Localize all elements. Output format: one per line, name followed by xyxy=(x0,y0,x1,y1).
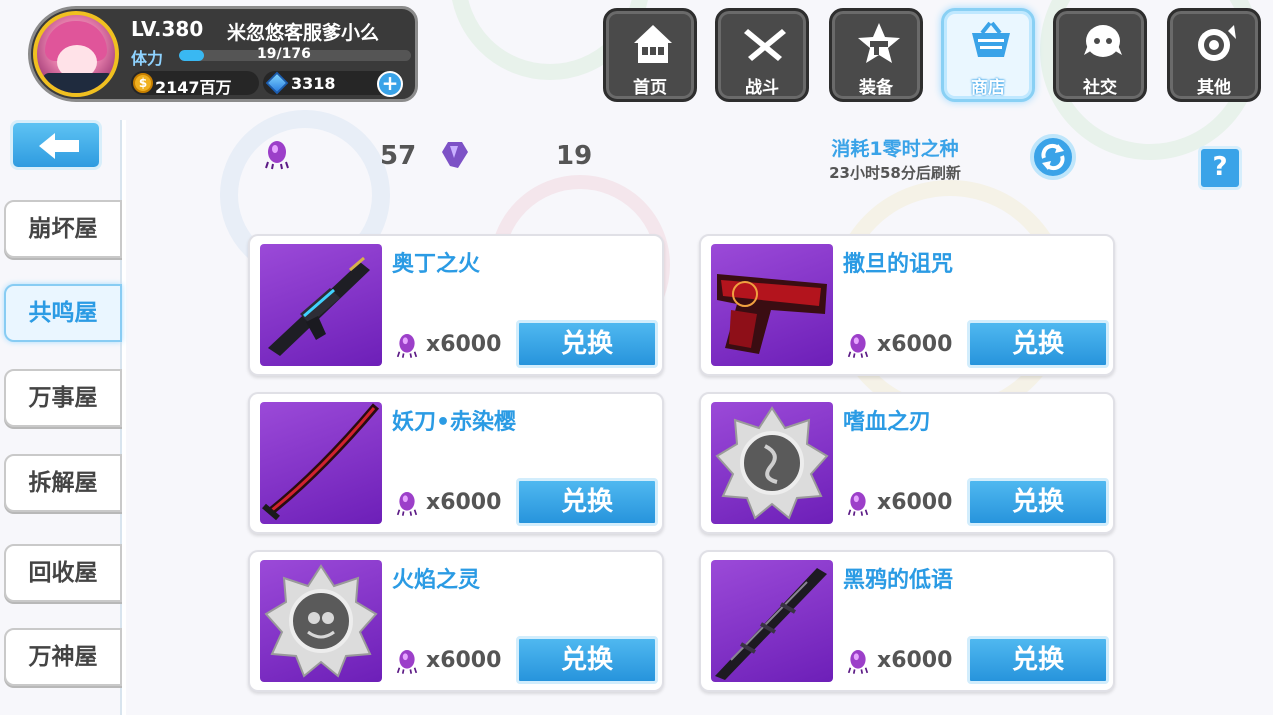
gun-star-icon xyxy=(858,23,900,63)
item-image-dark-blade xyxy=(711,560,833,682)
sidebar-item-gongming[interactable]: 共鸣屋 xyxy=(4,284,122,342)
exchange-button[interactable]: 兑换 xyxy=(967,320,1109,368)
nav-shop-label: 商店 xyxy=(971,78,1005,98)
sidebar-item-benghuai[interactable]: 崩坏屋 xyxy=(4,200,122,258)
sidebar-item-wanshen[interactable]: 万神屋 xyxy=(4,628,122,686)
player-name: 米忽悠客服爹小么 xyxy=(227,22,380,44)
sidebar-item-chaijie[interactable]: 拆解屋 xyxy=(4,454,122,512)
silver-medal-icon xyxy=(715,406,829,520)
exchange-button[interactable]: 兑换 xyxy=(516,478,658,526)
nav-shop[interactable]: 商店 xyxy=(941,8,1035,102)
item-image-medal xyxy=(260,560,382,682)
nav-other[interactable]: 其他 xyxy=(1167,8,1261,102)
exchange-button[interactable]: 兑换 xyxy=(967,636,1109,684)
refresh-icon xyxy=(1041,143,1065,171)
item-name: 嗜血之刃 xyxy=(843,410,932,435)
seed-currency-icon xyxy=(265,141,289,170)
item-name: 撒旦的诅咒 xyxy=(843,252,954,277)
add-crystal-button[interactable]: + xyxy=(377,71,403,97)
sidebar-item-huishou[interactable]: 回收屋 xyxy=(4,544,122,602)
item-name: 火焰之灵 xyxy=(392,568,481,593)
red-pistol-icon xyxy=(717,274,827,354)
item-image-katana xyxy=(260,402,382,524)
item-price: x6000 xyxy=(877,648,953,673)
shop-item-card: 奥丁之火 x6000 兑换 xyxy=(248,234,664,376)
shop-item-card: 火焰之灵 x6000 兑换 xyxy=(248,550,664,692)
seed-currency-icon xyxy=(396,492,418,516)
crystal-icon xyxy=(265,71,289,95)
back-arrow-icon xyxy=(39,133,79,159)
item-image-medal xyxy=(711,402,833,524)
nav-home-label: 首页 xyxy=(633,78,667,98)
help-button[interactable]: ? xyxy=(1198,146,1242,190)
sidebar-item-label: 万事屋 xyxy=(28,385,98,411)
item-price: x6000 xyxy=(426,332,502,357)
katana-icon xyxy=(262,403,380,521)
nav-social-label: 社交 xyxy=(1083,78,1117,98)
home-icon xyxy=(634,25,672,63)
shop-item-card: 撒旦的诅咒 x6000 兑换 xyxy=(699,234,1115,376)
shop-basket-icon xyxy=(972,21,1010,57)
nav-equipment-label: 装备 xyxy=(859,78,893,98)
shop-item-card: 嗜血之刃 x6000 兑换 xyxy=(699,392,1115,534)
stamina-label: 体力 xyxy=(131,49,164,68)
seed-currency-icon xyxy=(396,650,418,674)
sidebar-item-label: 万神屋 xyxy=(28,644,98,670)
player-level: LV.380 xyxy=(131,17,204,41)
exchange-button[interactable]: 兑换 xyxy=(516,636,658,684)
shop-item-card: 妖刀•赤染樱 x6000 兑换 xyxy=(248,392,664,534)
exchange-button[interactable]: 兑换 xyxy=(967,478,1109,526)
nav-other-label: 其他 xyxy=(1197,78,1231,98)
nav-social[interactable]: 社交 xyxy=(1053,8,1147,102)
sidebar-item-wanshi[interactable]: 万事屋 xyxy=(4,369,122,427)
item-price: x6000 xyxy=(877,332,953,357)
crystal-value: 3318 xyxy=(291,74,336,93)
shop-item-card: 黑鸦的低语 x6000 兑换 xyxy=(699,550,1115,692)
nav-battle-label: 战斗 xyxy=(745,78,779,98)
item-name: 黑鸦的低语 xyxy=(843,568,954,593)
stamina-bar-fill xyxy=(179,50,205,61)
gold-coin-icon: $ xyxy=(133,73,153,93)
item-name: 妖刀•赤染樱 xyxy=(392,410,517,435)
sidebar-item-label: 共鸣屋 xyxy=(28,300,98,326)
nav-home[interactable]: 首页 xyxy=(603,8,697,102)
nav-battle[interactable]: 战斗 xyxy=(715,8,809,102)
refresh-cost-text: 消耗1零时之种 xyxy=(831,138,959,160)
item-price: x6000 xyxy=(877,490,953,515)
seed-currency-icon xyxy=(847,492,869,516)
refresh-button[interactable] xyxy=(1030,134,1076,180)
item-price: x6000 xyxy=(426,490,502,515)
sidebar-item-label: 拆解屋 xyxy=(28,470,98,496)
seed-currency-icon xyxy=(396,334,418,358)
target-snail-icon xyxy=(1198,25,1236,61)
player-panel: LV.380 米忽悠客服爹小么 体力 19/176 $ 2147百万 3318 … xyxy=(28,6,418,102)
shard-currency-icon xyxy=(442,142,468,168)
back-button[interactable] xyxy=(10,120,102,170)
ghost-face-icon xyxy=(1084,25,1122,57)
player-avatar[interactable] xyxy=(33,11,119,97)
item-image-red-pistol xyxy=(711,244,833,366)
item-price: x6000 xyxy=(426,648,502,673)
crossed-swords-icon xyxy=(744,29,786,61)
item-image-rifle xyxy=(260,244,382,366)
sidebar-item-label: 回收屋 xyxy=(28,560,98,586)
rifle-icon xyxy=(268,256,370,356)
seed-count: 57 xyxy=(380,141,417,171)
gold-value: 2147百万 xyxy=(155,78,232,97)
gold-display: $ 2147百万 xyxy=(131,71,259,97)
stamina-value: 19/176 xyxy=(257,46,311,62)
nav-equipment[interactable]: 装备 xyxy=(829,8,923,102)
sidebar-item-label: 崩坏屋 xyxy=(28,216,98,242)
exchange-button[interactable]: 兑换 xyxy=(516,320,658,368)
seed-currency-icon xyxy=(847,334,869,358)
silver-medal-icon xyxy=(264,564,378,678)
item-name: 奥丁之火 xyxy=(392,252,481,277)
shard-count: 19 xyxy=(556,141,593,171)
dark-blade-icon xyxy=(715,568,827,680)
seed-currency-icon xyxy=(847,650,869,674)
refresh-timer-text: 23小时58分后刷新 xyxy=(829,164,961,182)
